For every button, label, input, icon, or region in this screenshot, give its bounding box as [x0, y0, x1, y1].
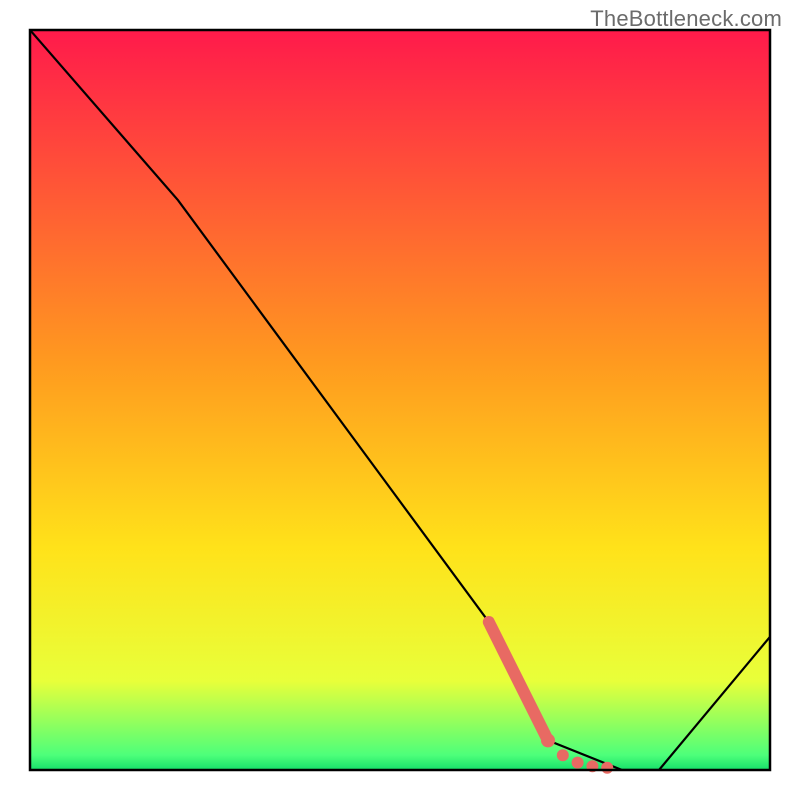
highlight-dot — [601, 762, 613, 774]
bottleneck-chart — [0, 0, 800, 800]
highlight-dot — [557, 749, 569, 761]
gradient-background — [30, 30, 770, 770]
chart-container: TheBottleneck.com — [0, 0, 800, 800]
highlight-dot — [572, 757, 584, 769]
plot-area — [30, 30, 770, 774]
watermark-text: TheBottleneck.com — [590, 6, 782, 32]
highlight-dot — [541, 733, 555, 747]
